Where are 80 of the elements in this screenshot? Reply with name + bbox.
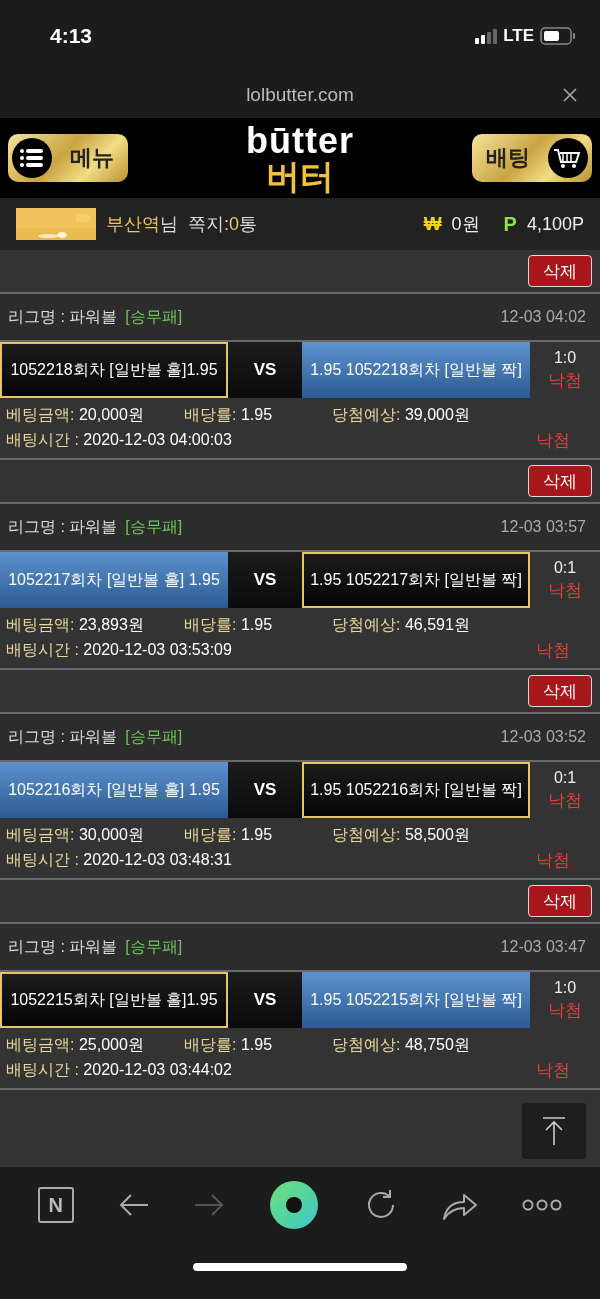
bet-type: [승무패] — [125, 936, 183, 957]
more-icon[interactable] — [522, 1199, 563, 1211]
league-name: 리그명 : 파워볼 — [8, 936, 118, 957]
status-text: 낙첨 — [536, 429, 570, 452]
result-text: 낙첨 — [548, 369, 582, 392]
league-name: 리그명 : 파워볼 — [8, 726, 118, 747]
away-pick[interactable]: 1.95 1052218회차 [일반볼 짝] — [302, 342, 530, 398]
points-icon: P — [503, 212, 517, 236]
status-text: 낙첨 — [536, 639, 570, 662]
away-pick[interactable]: 1.95 1052216회차 [일반볼 짝] — [302, 762, 530, 818]
bet-type: [승무패] — [125, 726, 183, 747]
clock-time: 4:13 — [50, 24, 93, 48]
bet-time: 배팅시간 : 2020-12-03 04:00:03 — [6, 429, 232, 450]
match-time: 12-03 03:57 — [500, 518, 586, 536]
bet-type: [승무패] — [125, 306, 183, 327]
match-time: 12-03 03:47 — [500, 938, 586, 956]
menu-icon — [12, 138, 52, 178]
versus-label: VS — [228, 342, 302, 398]
league-name: 리그명 : 파워볼 — [8, 516, 118, 537]
bet-time: 배팅시간 : 2020-12-03 03:48:31 — [6, 849, 232, 870]
back-icon[interactable] — [117, 1193, 150, 1217]
user-name: 부산역 님 — [106, 213, 178, 236]
bet-amount: 베팅금액: 23,893원 — [6, 614, 145, 635]
score-text: 0:1 — [553, 558, 577, 577]
odds-value: 배당률: 1.95 — [184, 824, 274, 845]
close-icon[interactable] — [562, 87, 578, 103]
status-text: 낙첨 — [536, 849, 570, 872]
versus-label: VS — [228, 552, 302, 608]
home-pick[interactable]: 1052215회차 [일반볼 홀]1.95 — [0, 972, 228, 1028]
battery-icon — [540, 27, 576, 45]
odds-value: 배당률: 1.95 — [184, 1034, 274, 1055]
money-amount: 0원 — [451, 213, 480, 236]
bet-amount: 베팅금액: 25,000원 — [6, 1034, 145, 1055]
bet-amount: 베팅금액: 20,000원 — [6, 404, 145, 425]
network-label: LTE — [503, 26, 534, 46]
expected-win: 당첨예상: 46,591원 — [332, 614, 470, 635]
expected-win: 당첨예상: 48,750원 — [332, 1034, 470, 1055]
result-text: 낙첨 — [548, 789, 582, 812]
versus-label: VS — [228, 762, 302, 818]
away-pick[interactable]: 1.95 1052215회차 [일반볼 짝] — [302, 972, 530, 1028]
won-icon: ₩ — [423, 213, 442, 235]
score-text: 1:0 — [553, 978, 577, 997]
home-pick[interactable]: 1052218회차 [일반볼 홀]1.95 — [0, 342, 228, 398]
url-text[interactable]: lolbutter.com — [246, 84, 354, 106]
bet-amount: 베팅금액: 30,000원 — [6, 824, 145, 845]
bet-time: 배팅시간 : 2020-12-03 03:44:02 — [6, 1059, 232, 1080]
expected-win: 당첨예상: 58,500원 — [332, 824, 470, 845]
scroll-top-button[interactable] — [522, 1103, 586, 1159]
match-time: 12-03 04:02 — [500, 308, 586, 326]
odds-value: 배당률: 1.95 — [184, 404, 274, 425]
home-button[interactable]: N — [37, 1187, 74, 1223]
logo-text: 버터 — [266, 159, 334, 193]
versus-label: VS — [228, 972, 302, 1028]
home-pick[interactable]: 1052217회차 [일반볼 홀] 1.95 — [0, 552, 228, 608]
expected-win: 당첨예상: 39,000원 — [332, 404, 470, 425]
delete-button[interactable]: 삭제 — [528, 885, 592, 917]
delete-button[interactable]: 삭제 — [528, 465, 592, 497]
match-time: 12-03 03:52 — [500, 728, 586, 746]
status-text: 낙첨 — [536, 1059, 570, 1082]
bet-button[interactable]: 배팅 — [472, 134, 592, 182]
arrow-up-icon — [542, 1116, 566, 1146]
bet-time: 배팅시간 : 2020-12-03 03:53:09 — [6, 639, 232, 660]
logo-text: būtter — [246, 123, 354, 159]
score-text: 1:0 — [553, 348, 577, 367]
bet-type: [승무패] — [125, 516, 183, 537]
ring-icon[interactable] — [268, 1180, 319, 1230]
home-pick[interactable]: 1052216회차 [일반볼 홀] 1.95 — [0, 762, 228, 818]
league-name: 리그명 : 파워볼 — [8, 306, 118, 327]
cart-icon — [548, 138, 588, 178]
away-pick[interactable]: 1.95 1052217회차 [일반볼 짝] — [302, 552, 530, 608]
result-text: 낙첨 — [548, 579, 582, 602]
result-text: 낙첨 — [548, 999, 582, 1022]
messages-link[interactable]: 쪽지:0통 — [188, 212, 258, 236]
score-text: 0:1 — [553, 768, 577, 787]
delete-button[interactable]: 삭제 — [528, 675, 592, 707]
points-amount: 4,100P — [526, 213, 584, 235]
menu-button[interactable]: 메뉴 — [8, 134, 128, 182]
odds-value: 배당률: 1.95 — [184, 614, 274, 635]
signal-icon — [475, 28, 498, 44]
delete-button[interactable]: 삭제 — [528, 255, 592, 287]
